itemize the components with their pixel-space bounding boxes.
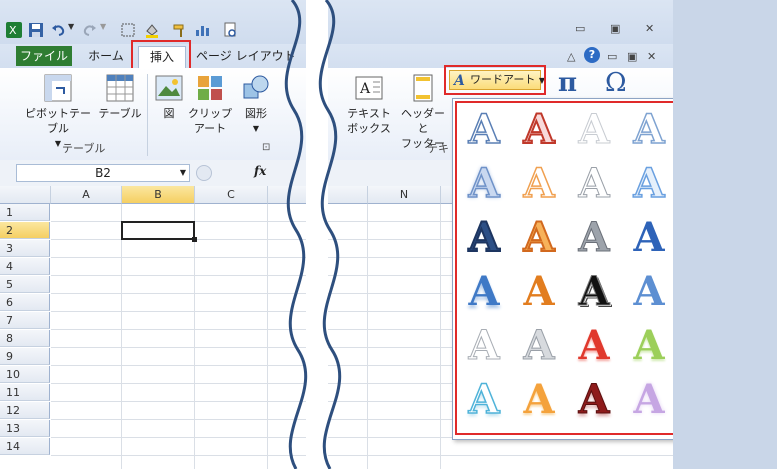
fill-color-icon[interactable] (144, 22, 160, 38)
row-header-4[interactable]: 4 (0, 258, 50, 275)
pivot-table-label: ピボットテーブル (25, 107, 91, 135)
clip-art-button[interactable]: クリップ アート (188, 74, 232, 136)
pivot-table-icon (44, 74, 72, 102)
svg-text:A: A (359, 81, 371, 97)
fill-handle[interactable] (192, 237, 197, 242)
row-header-3[interactable]: 3 (0, 240, 50, 257)
row-header-14[interactable]: 14 (0, 438, 50, 455)
row-header-10[interactable]: 10 (0, 366, 50, 383)
restore-icon[interactable]: ▣ (610, 22, 620, 35)
column-header-n[interactable]: N (368, 186, 441, 204)
excel-right-pane: ▭ ▣ ✕ △ ? ▭ ▣ ✕ A テキスト ボックス ヘッダーと フッター テ… (305, 0, 777, 469)
picture-icon (155, 74, 183, 102)
doc-minimize-icon[interactable]: ▭ (607, 50, 617, 63)
tab-home[interactable]: ホーム (84, 46, 128, 66)
break-gap (306, 0, 328, 469)
svg-text:X: X (9, 24, 17, 37)
function-button[interactable]: fx (254, 164, 266, 178)
clip-art-label-2: アート (193, 122, 227, 135)
group-label-table: テーブル (62, 142, 106, 155)
picture-label: 図 (163, 107, 175, 120)
table-icon (106, 74, 134, 102)
row-header-1[interactable]: 1 (0, 204, 50, 221)
shapes-label: 図形 (245, 107, 267, 120)
column-gridline (440, 204, 441, 469)
selected-cell-b2[interactable] (121, 221, 195, 240)
shapes-icon (242, 74, 270, 102)
wavy-line-left (284, 0, 308, 469)
select-all-corner[interactable] (0, 186, 51, 204)
tab-file[interactable]: ファイル (16, 46, 72, 66)
group-label-text: テキ (427, 142, 449, 155)
row-header-5[interactable]: 5 (0, 276, 50, 293)
chart-icon[interactable] (194, 22, 210, 38)
window-background (673, 0, 777, 469)
header-footer-icon (409, 74, 437, 102)
border-icon[interactable] (120, 22, 136, 38)
equation-button[interactable]: π (558, 68, 577, 98)
row-header-2[interactable]: 2 (0, 222, 50, 239)
table-label: テーブル (98, 107, 142, 120)
group-divider (147, 74, 148, 156)
redo-dropdown-icon[interactable]: ▼ (100, 22, 106, 31)
doc-close-icon[interactable]: ✕ (647, 50, 656, 63)
undo-icon[interactable] (50, 22, 66, 38)
wavy-break-divider (284, 0, 342, 469)
row-header-11[interactable]: 11 (0, 384, 50, 401)
row-header-13[interactable]: 13 (0, 420, 50, 437)
row-header-8[interactable]: 8 (0, 330, 50, 347)
name-box-dropdown-icon: ▼ (179, 168, 186, 177)
table-button[interactable]: テーブル (96, 74, 144, 121)
clip-art-label-1: クリップ (188, 107, 232, 120)
symbol-button[interactable]: Ω (605, 68, 627, 98)
minimize-icon[interactable]: ▭ (575, 22, 585, 35)
spreadsheet-grid[interactable]: A B C 1 2 3 4 5 6 7 8 9 10 11 12 13 14 (0, 186, 305, 469)
name-box-value: B2 (95, 166, 111, 180)
redo-icon[interactable] (82, 22, 98, 38)
ribbon-minimize-icon[interactable]: △ (567, 50, 575, 63)
column-header-b[interactable]: B (122, 186, 195, 204)
column-gridline (121, 204, 122, 469)
clip-art-icon (196, 74, 224, 102)
close-icon[interactable]: ✕ (645, 22, 654, 35)
excel-left-pane: X ▼ ▼ ファイル ホーム 挿入 ページ レイアウト ピボットテーブル ▼ テ… (0, 0, 305, 469)
print-preview-icon[interactable] (222, 22, 238, 38)
column-gridline (194, 204, 195, 469)
row-header-6[interactable]: 6 (0, 294, 50, 311)
name-box[interactable]: B2 ▼ (16, 164, 190, 182)
row-header-12[interactable]: 12 (0, 402, 50, 419)
row-header-9[interactable]: 9 (0, 348, 50, 365)
undo-dropdown-icon[interactable]: ▼ (68, 22, 74, 31)
help-icon[interactable]: ? (584, 47, 600, 63)
header-footer-label-1: ヘッダーと (401, 107, 445, 135)
wordart-highlight (444, 65, 546, 95)
excel-icon[interactable]: X (6, 22, 22, 38)
formula-bar-expand-icon[interactable] (196, 165, 212, 181)
column-gridline (267, 204, 268, 469)
picture-button[interactable]: 図 (152, 74, 186, 121)
column-header-a[interactable]: A (51, 186, 122, 204)
column-gridline (367, 204, 368, 469)
save-icon[interactable] (28, 22, 44, 38)
row-header-7[interactable]: 7 (0, 312, 50, 329)
doc-restore-icon[interactable]: ▣ (627, 50, 637, 63)
column-header-c[interactable]: C (195, 186, 268, 204)
format-painter-icon[interactable] (172, 22, 188, 38)
